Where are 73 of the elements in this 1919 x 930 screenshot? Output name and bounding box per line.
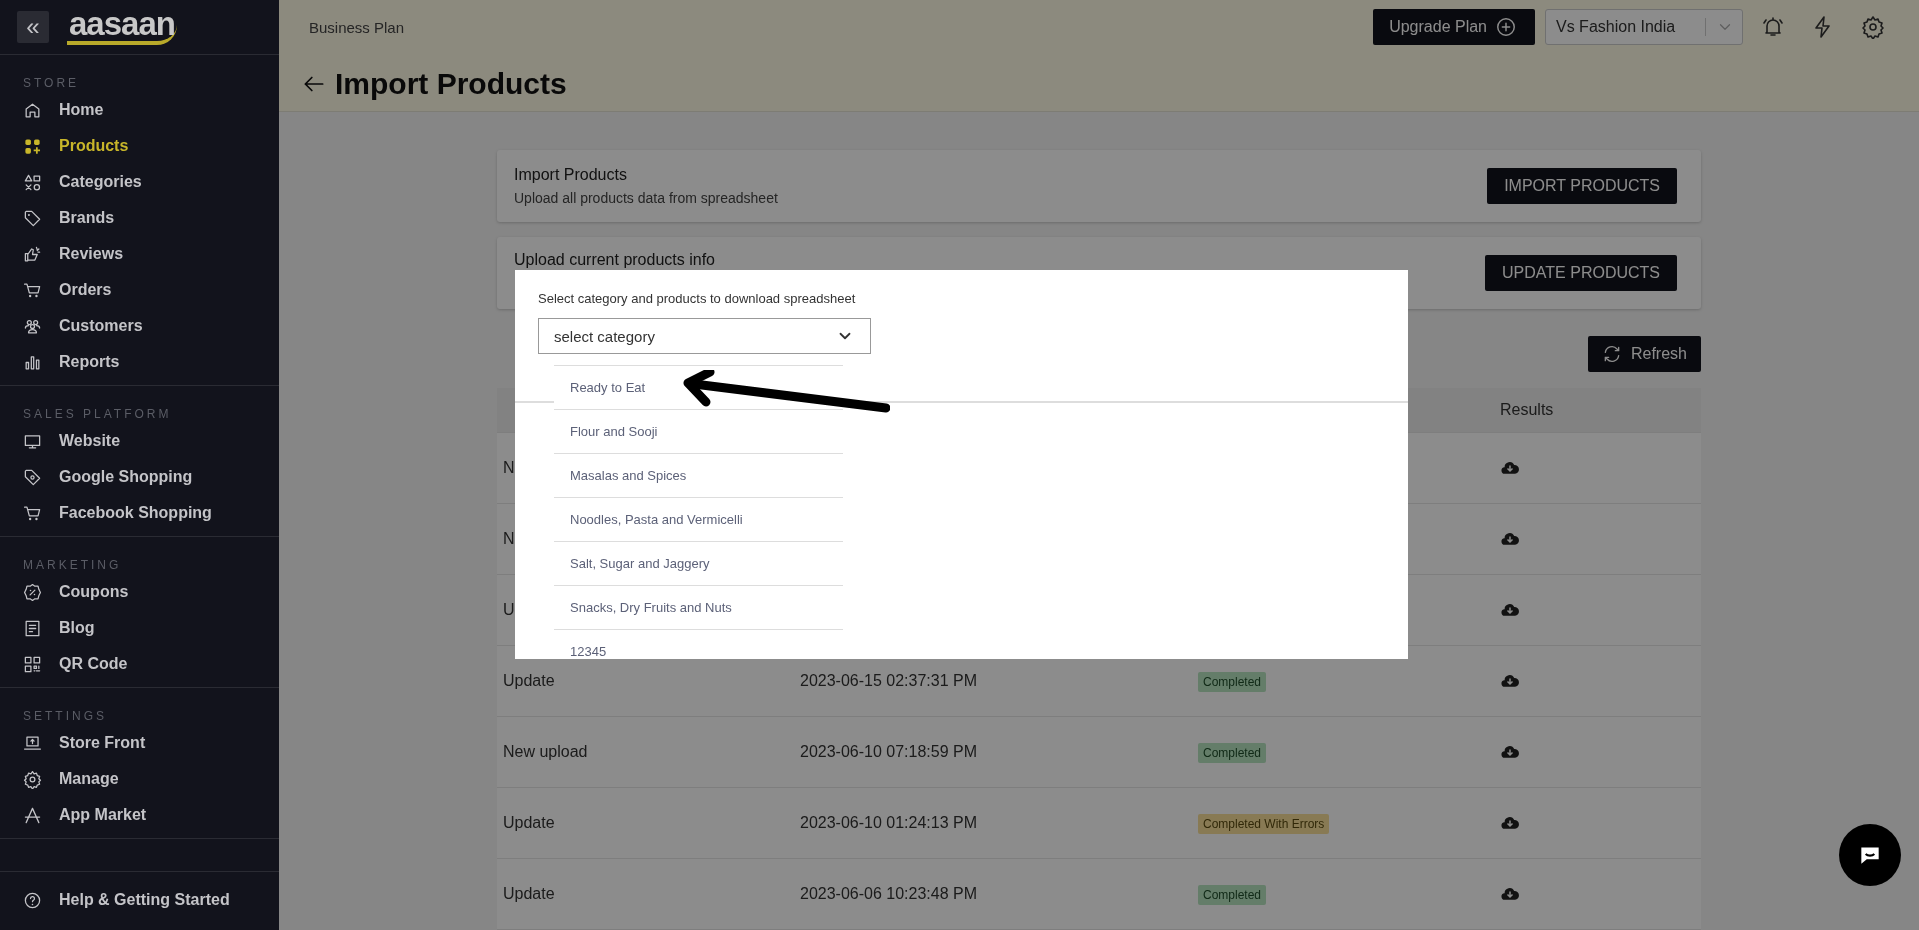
sidebar-item[interactable]: Blog xyxy=(0,610,279,646)
table-cell: Update xyxy=(503,814,555,831)
dropdown-option[interactable]: Noodles, Pasta and Vermicelli xyxy=(554,498,843,542)
tag-icon xyxy=(23,467,42,487)
card-subtitle: Upload all products data from spreadsheet xyxy=(514,190,778,206)
section-label: MARKETING xyxy=(22,557,123,574)
grid-plus-icon xyxy=(23,136,42,156)
sidebar-item[interactable]: Coupons xyxy=(0,574,279,610)
table-cell: 2023-06-10 01:24:13 PM xyxy=(800,814,977,831)
sidebar-item[interactable]: Customers xyxy=(0,308,279,344)
plus-circle-icon xyxy=(1495,16,1517,38)
sidebar-item[interactable]: Facebook Shopping xyxy=(0,495,279,531)
page-title: Import Products xyxy=(335,67,567,101)
dropdown-option[interactable]: 12345 xyxy=(554,630,843,659)
sidebar-item[interactable]: Website xyxy=(0,423,279,459)
sidebar-item[interactable]: Brands xyxy=(0,200,279,236)
store-select[interactable]: Vs Fashion India xyxy=(1545,9,1743,45)
import-button[interactable]: IMPORT PRODUCTS xyxy=(1487,168,1677,204)
collapse-button[interactable]: « xyxy=(17,11,49,43)
sidebar-item[interactable]: Manage xyxy=(0,761,279,797)
dropdown-option[interactable]: Salt, Sugar and Jaggery xyxy=(554,542,843,586)
qr-code-icon xyxy=(23,654,42,674)
card-title: Import Products xyxy=(514,166,628,184)
upgrade-button[interactable]: Upgrade Plan xyxy=(1373,9,1535,45)
plan-label: Business Plan xyxy=(309,18,405,36)
column-header: Results xyxy=(1500,401,1554,418)
modal-prompt: Select category and products to download spreadsheet xyxy=(538,291,857,306)
category-select[interactable]: select category xyxy=(538,318,871,354)
status-badge: Completed xyxy=(1198,672,1267,692)
table-cell: 2023-06-10 07:18:59 PM xyxy=(800,743,977,760)
bell-icon xyxy=(1761,15,1785,39)
dropdown-option[interactable]: Snacks, Dry Fruits and Nuts xyxy=(554,586,843,630)
card-title: Upload current products info xyxy=(514,251,715,269)
discount-icon xyxy=(23,582,42,602)
table-cell: N xyxy=(503,459,515,476)
tag-icon xyxy=(23,208,42,228)
update-button[interactable]: UPDATE PRODUCTS xyxy=(1485,255,1677,291)
table-cell: N xyxy=(503,530,515,547)
table-cell: New upload xyxy=(503,743,588,760)
sidebar-item[interactable]: App Market xyxy=(0,797,279,833)
compass-tool-icon xyxy=(23,805,42,825)
refresh-button[interactable]: Refresh xyxy=(1587,336,1701,372)
section-label: SETTINGS xyxy=(22,708,108,725)
sidebar-item[interactable]: Store Front xyxy=(0,725,279,761)
sidebar-item[interactable]: Home xyxy=(0,92,279,128)
table-cell: 2023-06-06 10:23:48 PM xyxy=(800,885,977,902)
sidebar-item[interactable]: Products xyxy=(0,128,279,164)
thumbs-up-icon xyxy=(23,244,42,264)
table-cell: Update xyxy=(503,885,555,902)
help-icon xyxy=(23,890,42,910)
section-label: STORE xyxy=(22,75,81,92)
status-badge: Completed xyxy=(1198,885,1267,905)
status-badge: Completed With Errors xyxy=(1198,814,1330,834)
dropdown-option[interactable]: Ready to Eat xyxy=(554,366,843,410)
sidebar-item[interactable]: Categories xyxy=(0,164,279,200)
shapes-icon xyxy=(23,172,42,192)
sidebar-item[interactable]: Reviews xyxy=(0,236,279,272)
sidebar-item[interactable]: QR Code xyxy=(0,646,279,682)
logo: aasaan xyxy=(67,9,177,45)
sidebar-item[interactable]: Reports xyxy=(0,344,279,380)
settings-icon xyxy=(1861,15,1885,39)
help-link[interactable]: Help & Getting Started xyxy=(0,882,279,918)
table-cell: U xyxy=(503,601,515,618)
document-icon xyxy=(23,618,42,638)
table-cell: Update xyxy=(503,672,555,689)
section-label: SALES PLATFORM xyxy=(22,406,173,423)
table-cell: 2023-06-15 02:37:31 PM xyxy=(800,672,977,689)
status-badge: Completed xyxy=(1198,743,1267,763)
gear-icon xyxy=(23,769,42,789)
sidebar-item[interactable]: Orders xyxy=(0,272,279,308)
dropdown-option[interactable]: Flour and Sooji xyxy=(554,410,843,454)
sidebar-item[interactable]: Google Shopping xyxy=(0,459,279,495)
dropdown-option[interactable]: Masalas and Spices xyxy=(554,454,843,498)
